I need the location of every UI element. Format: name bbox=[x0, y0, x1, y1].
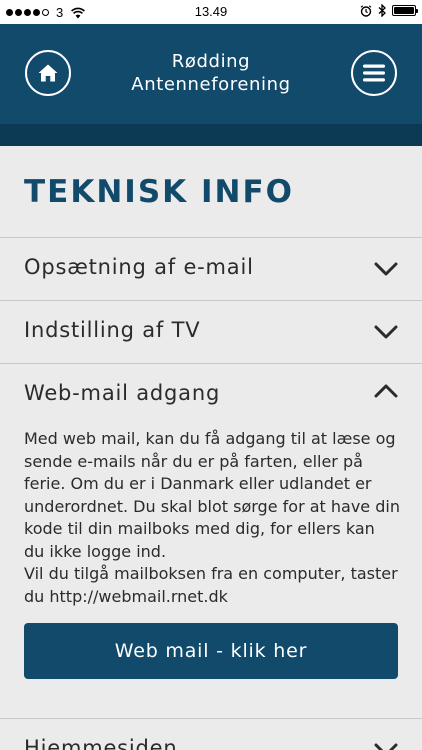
accordion-label: Hjemmesiden bbox=[24, 736, 178, 750]
accordion-label: Indstilling af TV bbox=[24, 318, 201, 342]
home-button[interactable] bbox=[25, 50, 71, 96]
app-title: Rødding Antenneforening bbox=[90, 50, 332, 96]
chevron-down-icon bbox=[374, 262, 398, 276]
app-title-line2: Antenneforening bbox=[131, 74, 291, 95]
accordion-label: Opsætning af e-mail bbox=[24, 255, 254, 279]
accordion-body-webmail: Med web mail, kan du få adgang til at læ… bbox=[24, 428, 400, 608]
accordion-label: Web-mail adgang bbox=[24, 381, 221, 405]
webmail-button[interactable]: Web mail - klik her bbox=[24, 623, 398, 679]
body-paragraph: Vil du tilgå mailboksen fra en computer,… bbox=[24, 564, 398, 606]
accordion-item-tv-setup[interactable]: Indstilling af TV bbox=[0, 301, 422, 363]
accordion-item-webmail[interactable]: Web-mail adgang bbox=[0, 364, 422, 426]
home-icon bbox=[38, 64, 58, 82]
status-right-group bbox=[360, 4, 418, 17]
app-title-line1: Rødding bbox=[171, 51, 251, 72]
chevron-down-icon bbox=[374, 743, 398, 750]
hamburger-menu-icon bbox=[363, 64, 385, 82]
header-strip bbox=[0, 124, 422, 146]
bluetooth-icon bbox=[378, 4, 386, 17]
body-paragraph: Med web mail, kan du få adgang til at læ… bbox=[24, 429, 400, 561]
alarm-icon bbox=[360, 4, 372, 17]
accordion-item-email-setup[interactable]: Opsætning af e-mail bbox=[0, 238, 422, 300]
battery-icon bbox=[392, 5, 418, 16]
status-bar: 3 13.49 bbox=[0, 0, 422, 24]
app-header: Rødding Antenneforening bbox=[0, 24, 422, 124]
chevron-up-icon bbox=[374, 384, 398, 398]
page-title: TEKNISK INFO bbox=[24, 174, 294, 210]
menu-button[interactable] bbox=[351, 50, 397, 96]
chevron-down-icon bbox=[374, 325, 398, 339]
status-time: 13.49 bbox=[194, 4, 228, 19]
accordion-item-website[interactable]: Hjemmesiden bbox=[0, 719, 422, 750]
